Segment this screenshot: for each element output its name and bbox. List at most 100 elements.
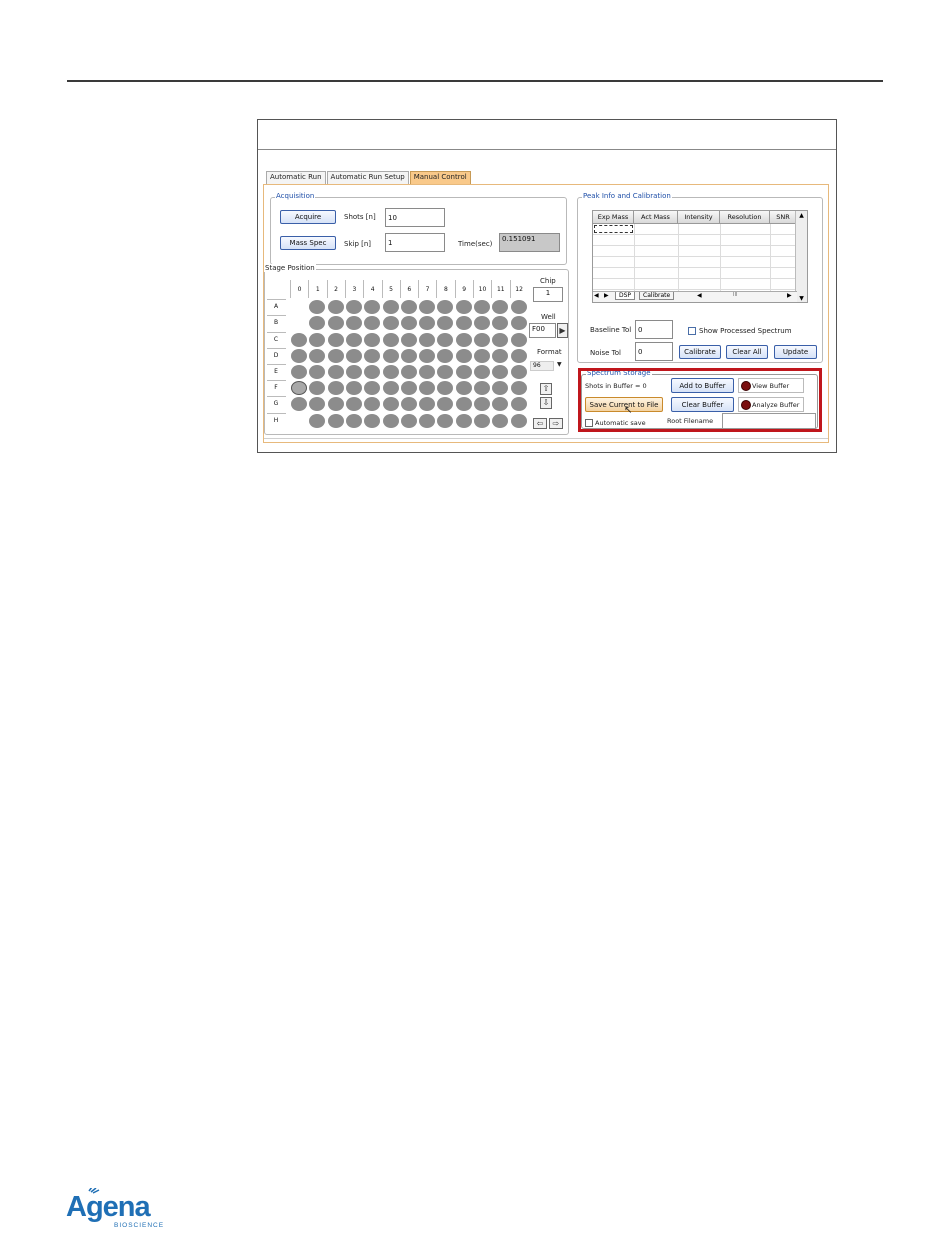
scroll-up-icon[interactable]: ▲ [796, 211, 807, 221]
well[interactable] [474, 381, 490, 396]
move-right-icon[interactable]: ⇨ [549, 418, 563, 429]
well[interactable] [510, 413, 527, 428]
well[interactable] [364, 413, 381, 428]
well[interactable] [419, 397, 436, 412]
skip-input[interactable] [385, 233, 445, 252]
well[interactable] [455, 316, 472, 331]
well[interactable] [455, 348, 472, 363]
peak-column-header[interactable]: Resolution [720, 211, 770, 224]
well[interactable] [474, 397, 490, 412]
well[interactable] [327, 300, 344, 315]
well[interactable] [474, 300, 490, 315]
well[interactable] [309, 365, 326, 379]
well[interactable] [345, 348, 362, 363]
well-field[interactable]: F00 [529, 323, 556, 338]
well[interactable] [364, 397, 381, 412]
tab-prev-icon[interactable]: ◀ [594, 292, 599, 299]
well[interactable] [364, 381, 381, 396]
well[interactable] [455, 381, 472, 396]
well[interactable] [327, 316, 344, 331]
tab-automatic-run[interactable]: Automatic Run [266, 171, 326, 184]
clear-all-button[interactable]: Clear All [726, 345, 768, 359]
well[interactable] [510, 365, 527, 379]
well[interactable] [400, 300, 417, 315]
well[interactable] [400, 381, 417, 396]
well[interactable] [291, 397, 307, 412]
active-cell[interactable] [594, 225, 633, 233]
well[interactable] [382, 381, 399, 396]
well[interactable] [382, 397, 399, 412]
well[interactable] [309, 413, 326, 428]
show-processed-checkbox[interactable] [688, 327, 696, 335]
update-button[interactable]: Update [774, 345, 817, 359]
well[interactable] [364, 348, 381, 363]
well[interactable] [382, 348, 399, 363]
well[interactable] [492, 332, 509, 347]
subtab-dsp[interactable]: DSP [615, 292, 636, 300]
well[interactable] [309, 300, 326, 315]
well[interactable] [327, 348, 344, 363]
well[interactable] [291, 332, 307, 347]
calibrate-button[interactable]: Calibrate [679, 345, 721, 359]
format-select[interactable]: 96 [530, 361, 554, 371]
well[interactable] [327, 397, 344, 412]
well[interactable] [345, 381, 362, 396]
peak-column-header[interactable]: SNR [770, 211, 797, 224]
well[interactable] [510, 397, 527, 412]
well[interactable] [492, 365, 509, 379]
baseline-tol-input[interactable] [635, 320, 673, 339]
well[interactable] [474, 332, 490, 347]
shots-input[interactable] [385, 208, 445, 227]
well[interactable] [345, 300, 362, 315]
tab-manual-control[interactable]: Manual Control [409, 171, 471, 184]
well[interactable] [419, 300, 436, 315]
peak-column-header[interactable]: Intensity [678, 211, 720, 224]
well[interactable] [437, 332, 454, 347]
well[interactable] [510, 381, 527, 396]
well[interactable] [474, 365, 490, 379]
well[interactable] [309, 332, 326, 347]
well[interactable] [437, 365, 454, 379]
well[interactable] [437, 300, 454, 315]
well[interactable] [309, 316, 326, 331]
well[interactable] [327, 332, 344, 347]
well[interactable] [327, 413, 344, 428]
well[interactable] [400, 332, 417, 347]
well[interactable] [492, 413, 509, 428]
well[interactable] [474, 413, 490, 428]
well[interactable] [309, 348, 326, 363]
well[interactable] [345, 365, 362, 379]
move-up-icon[interactable]: ⇧ [540, 383, 552, 395]
well[interactable] [400, 365, 417, 379]
well[interactable] [455, 413, 472, 428]
well[interactable] [309, 381, 326, 396]
well[interactable] [419, 316, 436, 331]
well[interactable] [437, 348, 454, 363]
well[interactable] [455, 397, 472, 412]
well[interactable] [364, 300, 381, 315]
well[interactable] [382, 413, 399, 428]
well[interactable] [345, 332, 362, 347]
mass-spec-button[interactable]: Mass Spec [280, 236, 336, 250]
well[interactable] [382, 316, 399, 331]
well[interactable] [419, 381, 436, 396]
chip-field[interactable]: 1 [533, 287, 563, 302]
hscroll-thumb[interactable]: III [733, 292, 737, 298]
well[interactable] [510, 316, 527, 331]
selected-well[interactable] [291, 381, 307, 396]
well[interactable] [364, 316, 381, 331]
well[interactable] [345, 316, 362, 331]
well[interactable] [364, 365, 381, 379]
well[interactable] [492, 397, 509, 412]
well[interactable] [437, 397, 454, 412]
well[interactable] [510, 300, 527, 315]
well[interactable] [474, 316, 490, 331]
well[interactable] [492, 300, 509, 315]
subtab-calibrate[interactable]: Calibrate [639, 292, 675, 300]
well[interactable] [345, 397, 362, 412]
well[interactable] [419, 348, 436, 363]
well[interactable] [382, 300, 399, 315]
peak-table-vscroll[interactable]: ▲ ▼ [795, 211, 807, 302]
well[interactable] [455, 300, 472, 315]
well[interactable] [382, 332, 399, 347]
